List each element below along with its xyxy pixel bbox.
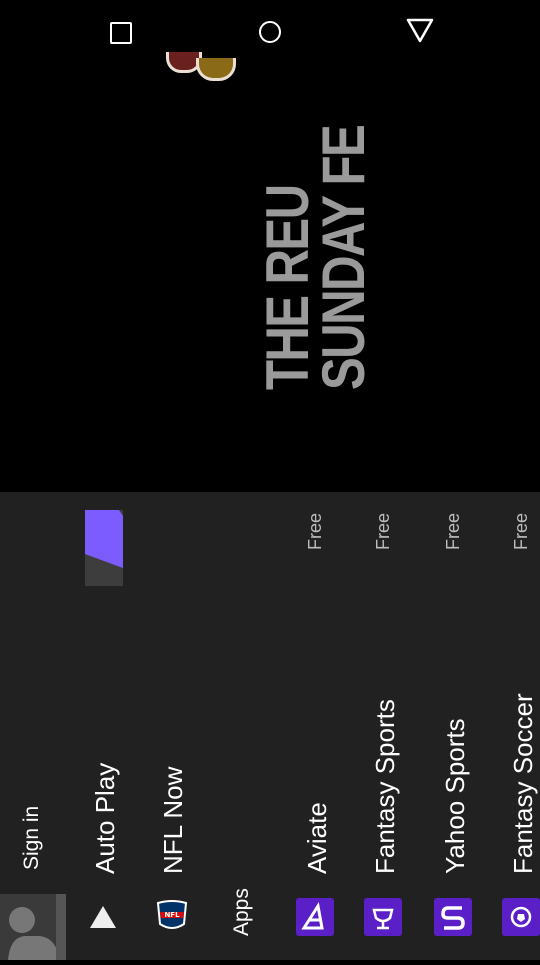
autoplay-icon	[90, 906, 116, 928]
svg-text:NFL: NFL	[164, 911, 180, 919]
app-price-yahoo-sports: Free	[443, 512, 463, 550]
back-button[interactable]	[406, 18, 434, 44]
app-name-aviate[interactable]: Aviate	[302, 802, 333, 874]
apps-heading: Apps	[230, 888, 253, 936]
nfl-shield-icon: NFL	[156, 900, 188, 929]
app-price-aviate: Free	[305, 512, 325, 550]
nfl-now-link[interactable]: NFL Now	[158, 767, 189, 874]
promo-headline: THE REU SUNDAY FE	[254, 30, 380, 390]
promo-line-2: SUNDAY FE	[310, 125, 377, 390]
autoplay-label: Auto Play	[90, 762, 120, 874]
recents-button[interactable]	[110, 22, 132, 44]
app-price-fantasy-sports: Free	[373, 512, 393, 550]
fantasy-sports-icon	[364, 898, 402, 936]
app-name-fantasy-sports[interactable]: Fantasy Sports	[370, 699, 401, 874]
aviate-icon	[296, 898, 334, 936]
yahoo-sports-icon	[434, 898, 472, 936]
app-name-yahoo-sports[interactable]: Yahoo Sports	[440, 718, 471, 874]
home-button[interactable]	[259, 21, 281, 43]
fantasy-soccer-icon	[502, 898, 540, 936]
user-silhouette-icon	[8, 894, 66, 960]
sign-in-label[interactable]: Sign in	[20, 806, 44, 870]
promo-line-1: THE REU	[254, 185, 321, 390]
app-price-fantasy-soccer: Free	[511, 512, 531, 550]
avatar[interactable]	[0, 894, 66, 960]
autoplay-toggle[interactable]	[85, 510, 123, 586]
app-name-fantasy-soccer[interactable]: Fantasy Soccer	[508, 693, 539, 874]
